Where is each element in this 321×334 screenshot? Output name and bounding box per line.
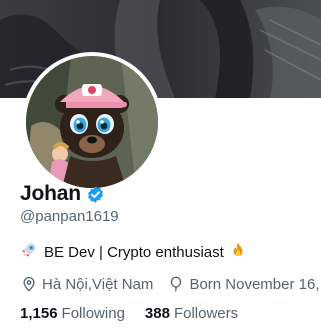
followers-count: 388 [144,305,170,322]
location-text: Hà Nội,Việt Nam [42,275,154,293]
display-name: Johan [20,182,81,205]
location-item: Hà Nội,Việt Nam [20,275,153,293]
rocket-icon [20,241,38,263]
profile-meta: Hà Nội,Việt Nam Born November 16, [20,275,321,293]
name-row: Johan [20,182,105,206]
avatar-border [22,52,162,192]
following-count: 1,156 [20,305,58,322]
balloon-icon [167,275,185,293]
following-label: Following [61,305,125,322]
fire-icon [229,241,247,263]
follow-stats: 1,156 Following 388 Followers [20,305,258,322]
birthday-text: Born November 16, [189,275,320,293]
bio-text: BE Dev | Crypto enthusiast [44,243,224,261]
birthday-item: Born November 16, [167,275,320,293]
avatar[interactable] [26,56,158,188]
location-pin-icon [20,275,38,293]
followers-link[interactable]: 388 Followers [145,305,238,322]
verified-badge-icon[interactable] [86,185,105,204]
bio: BE Dev | Crypto enthusiast [20,241,247,263]
followers-label: Followers [173,305,239,322]
user-handle: @panpan1619 [20,208,119,225]
following-link[interactable]: 1,156 Following [20,305,125,322]
